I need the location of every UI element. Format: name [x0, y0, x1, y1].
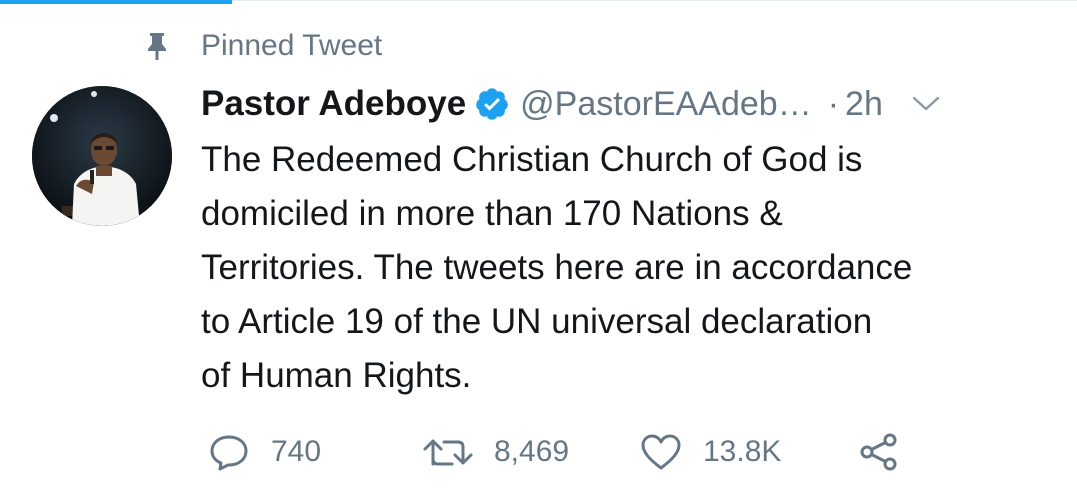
avatar[interactable]	[32, 86, 172, 226]
verified-badge-icon	[476, 88, 508, 120]
reply-icon	[210, 435, 248, 471]
author-handle[interactable]: @PastorEAAdeb…	[520, 85, 812, 124]
tweet-text-line: to Article 19 of the UN universal declar…	[201, 302, 873, 341]
pinned-tweet-label: Pinned Tweet	[146, 26, 382, 66]
chevron-down-icon[interactable]	[911, 93, 941, 115]
pin-icon	[148, 33, 166, 60]
share-icon	[860, 433, 897, 471]
tweet-text-line: of Human Rights.	[201, 356, 472, 395]
tweet-text-line: Territories. The tweets here are in acco…	[201, 248, 913, 287]
tab-divider	[232, 0, 1077, 1]
retweet-button[interactable]: 8,469	[422, 426, 569, 478]
tweet-timestamp[interactable]: 2h	[845, 85, 883, 124]
tweet-text-line: The Redeemed Christian Church of God is	[201, 140, 863, 179]
tweet-text-line: domiciled in more than 170 Nations &	[201, 194, 783, 233]
active-tab-indicator	[0, 0, 232, 4]
share-button[interactable]	[857, 426, 901, 478]
like-button[interactable]: 13.8K	[639, 426, 781, 478]
pinned-text: Pinned Tweet	[201, 29, 383, 62]
retweet-icon	[423, 439, 473, 466]
tweet-text: The Redeemed Christian Church of God is …	[201, 133, 1061, 403]
like-count: 13.8K	[703, 435, 782, 468]
avatar-photo	[32, 86, 172, 226]
author-name[interactable]: Pastor Adeboye	[201, 84, 466, 124]
heart-icon	[641, 434, 681, 470]
separator-dot: ·	[827, 84, 840, 123]
reply-count: 740	[271, 435, 322, 468]
reply-button[interactable]: 740	[207, 426, 321, 478]
retweet-count: 8,469	[494, 435, 570, 468]
tweet-header: Pastor Adeboye @PastorEAAdeb… · 2h	[201, 80, 1047, 128]
tweet-actions: 740 8,469 13.8K	[207, 426, 927, 478]
